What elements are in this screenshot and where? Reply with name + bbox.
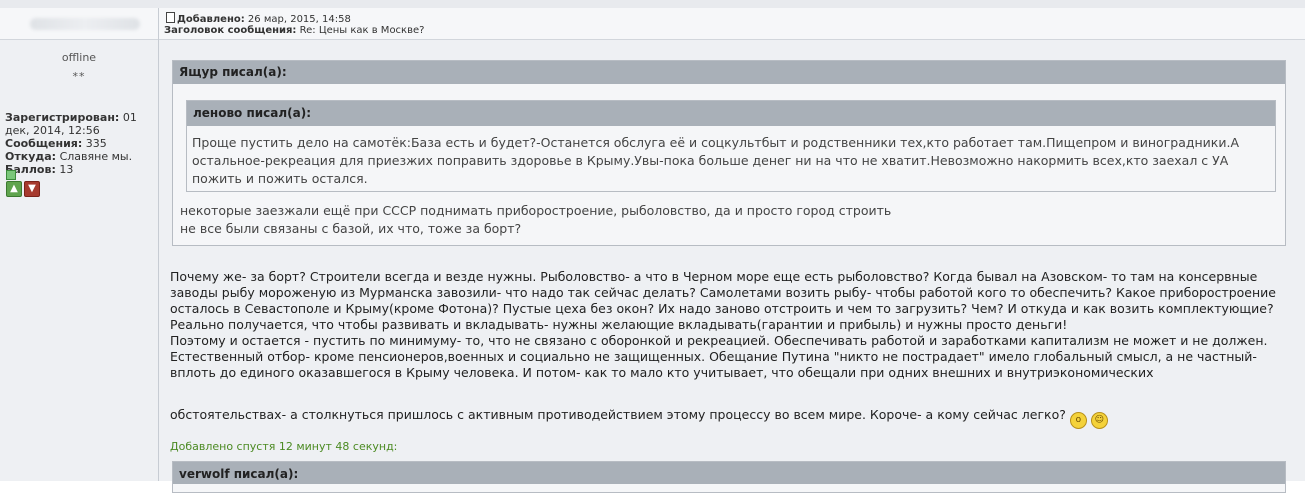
post-last-line: обстоятельствах- а столкнуться пришлось … — [170, 407, 1108, 429]
posts-label: Сообщения: — [5, 137, 83, 150]
quote-outer: Ящур писал(а): леново писал(а): Проще пу… — [172, 60, 1286, 246]
registered-row: Зарегистрирован: 01 дек, 2014, 12:56 — [5, 111, 155, 137]
quote-inner-text: Проще пустить дело на самотёк:База есть … — [192, 135, 1240, 186]
post-body: Ящур писал(а): леново писал(а): Проще пу… — [159, 40, 1305, 493]
quote-outer-header: Ящур писал(а): — [173, 61, 1285, 84]
added-label: Добавлено: — [177, 14, 245, 25]
quote-inner-header: леново писал(а): — [187, 101, 1275, 126]
post-paragraph: Поэтому и остается - пустить по минимуму… — [170, 333, 1268, 380]
thumbs-down-icon[interactable]: ▼ — [24, 181, 40, 197]
quote-next: verwolf писал(а): — [172, 461, 1286, 493]
post-subject-row: Заголовок сообщения: Re: Цены как в Моск… — [164, 25, 424, 36]
wow-smiley-icon: o — [1069, 412, 1087, 429]
points-row: Баллов: 13 — [5, 163, 155, 176]
posts-value: 335 — [85, 137, 107, 150]
subject-value: Re: Цены как в Москве? — [299, 25, 425, 36]
post-document-icon[interactable] — [166, 12, 175, 23]
online-indicator-icon — [6, 170, 16, 180]
subject-label: Заголовок сообщения: — [164, 25, 297, 36]
author-name-bar — [0, 8, 158, 40]
post-last-text: обстоятельствах- а столкнуться пришлось … — [170, 407, 1066, 422]
registered-label: Зарегистрирован: — [5, 111, 120, 124]
post-paragraph: Реально получается, что чтобы развивать … — [170, 317, 1068, 332]
online-status: offline — [61, 51, 97, 64]
quote-outer-line: не все были связаны с базой, их что, тож… — [180, 221, 522, 236]
post-date-row: Добавлено: 26 мар, 2015, 14:58 — [166, 12, 351, 25]
added-later-note: Добавлено спустя 12 минут 48 секунд: — [170, 440, 398, 453]
forum-post: offline ** Зарегистрирован: 01 дек, 2014… — [0, 0, 1305, 493]
post-paragraph: Почему же- за борт? Строители всегда и в… — [170, 269, 1276, 316]
quote-inner: леново писал(а): Проще пустить дело на с… — [186, 100, 1276, 192]
author-name-redacted[interactable] — [30, 18, 140, 30]
quote-outer-text: некоторые заезжали ещё при СССР поднимат… — [180, 202, 1270, 238]
from-value: Славяне мы. — [59, 150, 133, 163]
smile-smiley-icon: ☺ — [1090, 412, 1108, 429]
rank-stars: ** — [72, 70, 86, 83]
post-header: Добавлено: 26 мар, 2015, 14:58 Заголовок… — [159, 8, 1305, 40]
author-panel: offline ** Зарегистрирован: 01 дек, 2014… — [0, 8, 159, 481]
quote-outer-line: некоторые заезжали ещё при СССР поднимат… — [180, 203, 892, 218]
post-text: Почему же- за борт? Строители всегда и в… — [170, 269, 1290, 381]
thumbs-up-icon[interactable]: ▲ — [6, 181, 22, 197]
from-row: Откуда: Славяне мы. — [5, 150, 155, 163]
added-value: 26 мар, 2015, 14:58 — [247, 14, 351, 25]
posts-row: Сообщения: 335 — [5, 137, 155, 150]
from-label: Откуда: — [5, 150, 57, 163]
author-info: Зарегистрирован: 01 дек, 2014, 12:56 Соо… — [5, 111, 155, 176]
points-value: 13 — [59, 163, 74, 176]
